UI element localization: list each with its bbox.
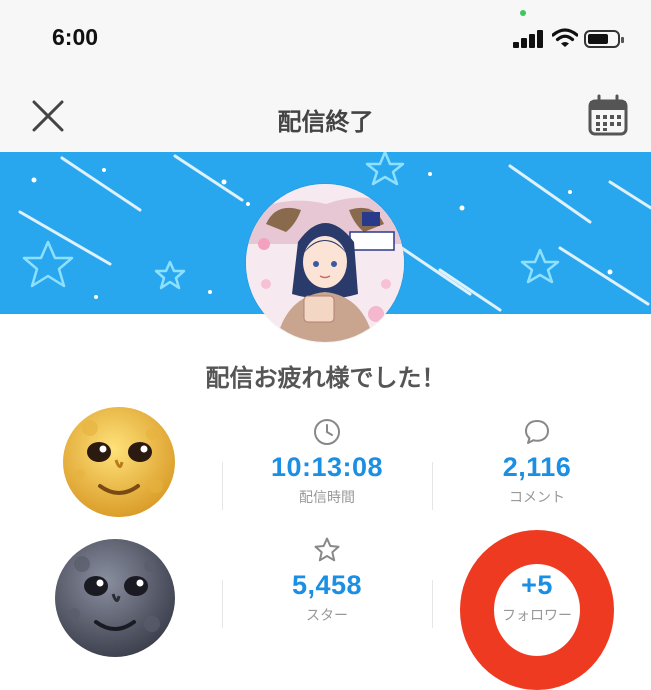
headline: 配信お疲れ様でした！ (205, 364, 446, 392)
battery-icon (584, 30, 624, 48)
calendar-icon[interactable] (586, 94, 630, 138)
stars-label: スター (306, 608, 348, 624)
duration-value: 10:13:08 (270, 452, 384, 482)
stat-stars: 5,458 スター (222, 536, 432, 625)
duration-label: 配信時間 (299, 490, 355, 506)
status-bar: 6:00 (0, 0, 651, 80)
wifi-icon (552, 28, 578, 47)
new-moon-face-icon (55, 539, 175, 657)
privacy-indicator (520, 10, 526, 16)
star-icon (314, 537, 340, 562)
full-moon-face-icon (63, 407, 175, 517)
highlight-ring (460, 530, 614, 690)
nav-bar: 配信終了 (0, 80, 651, 152)
avatar-illustration (246, 184, 404, 342)
comment-icon (525, 420, 549, 444)
stat-duration: 10:13:08 配信時間 (222, 418, 432, 507)
comments-value: 2,116 (502, 452, 572, 482)
clock-icon (314, 419, 340, 445)
signal-icon (513, 30, 547, 48)
avatar[interactable] (246, 184, 404, 342)
comments-label: コメント (509, 490, 565, 506)
stat-comments: 2,116 コメント (432, 418, 642, 507)
status-time: 6:00 (52, 24, 99, 50)
page-title: 配信終了 (277, 108, 374, 136)
stars-value: 5,458 (291, 570, 363, 600)
